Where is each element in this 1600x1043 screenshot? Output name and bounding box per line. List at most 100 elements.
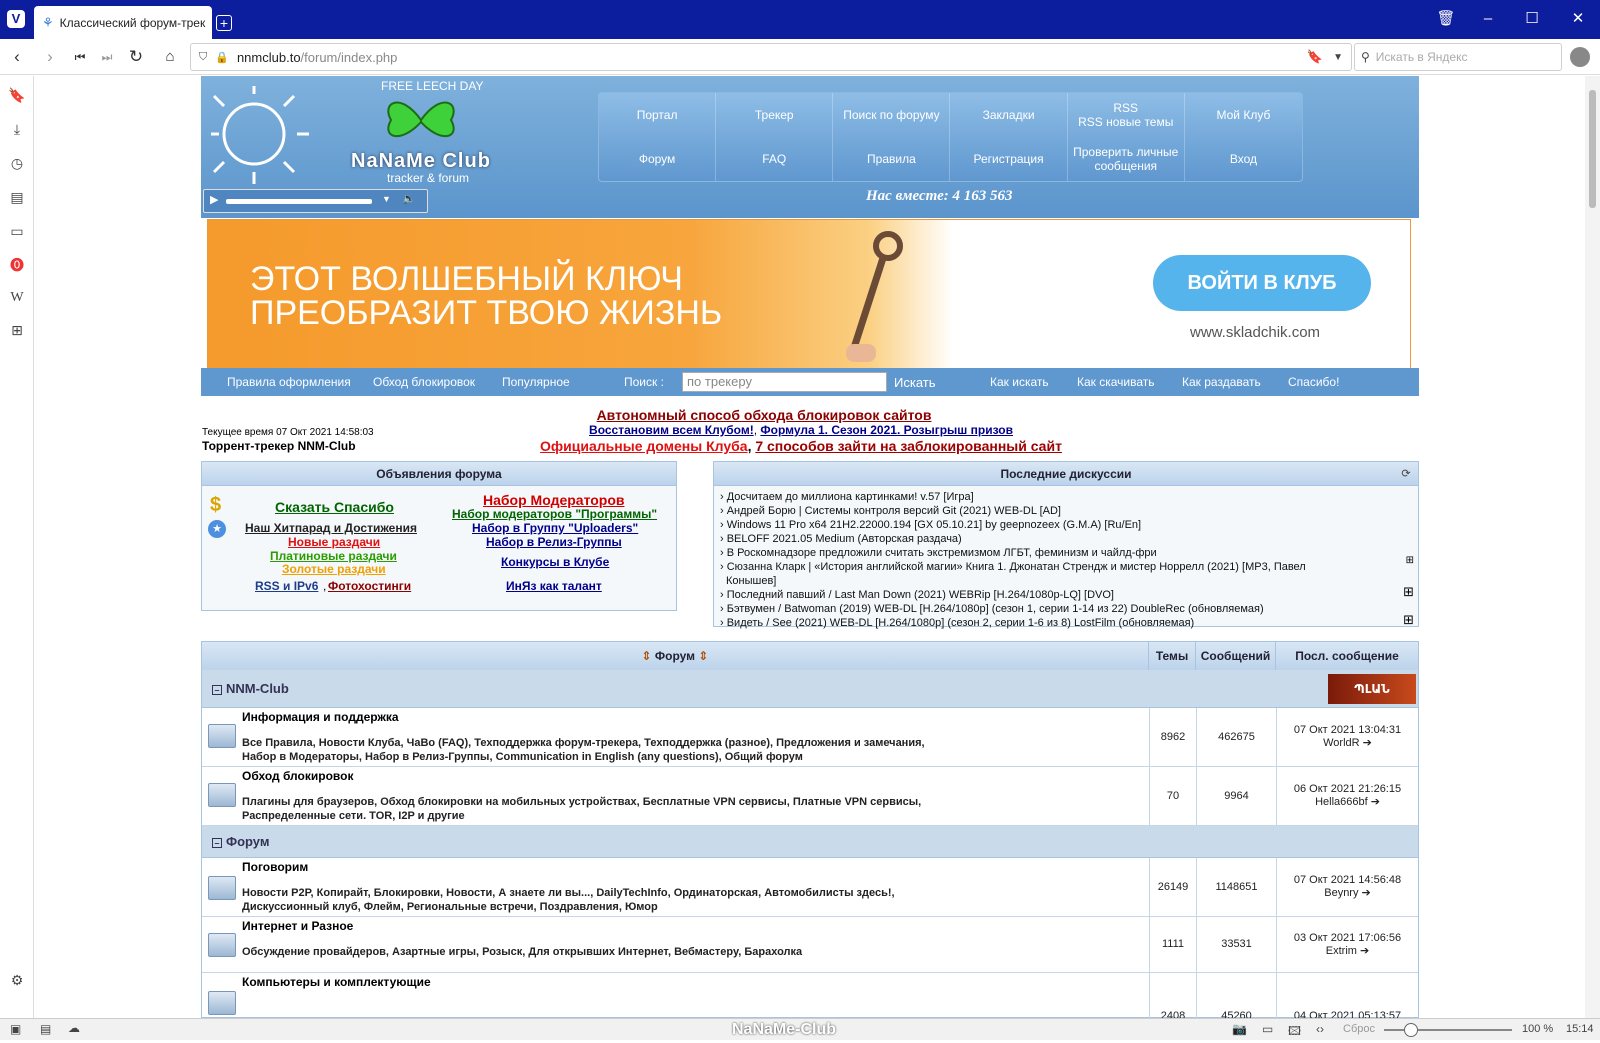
ad-banner[interactable]: ЭТОТ ВОЛШЕБНЫЙ КЛЮЧ ПРЕОБРАЗИТ ТВОЮ ЖИЗН… — [207, 219, 1411, 369]
minimize-button[interactable]: – — [1478, 10, 1498, 28]
last-post[interactable]: 07 Окт 2021 13:04:31 WorldR ➔ — [1276, 708, 1418, 766]
recent-item[interactable]: Конышев] — [726, 575, 776, 587]
minus-icon[interactable]: – — [212, 838, 222, 848]
play-icon[interactable]: ▶ — [210, 193, 218, 206]
link-how-seed[interactable]: Как раздавать — [1182, 375, 1261, 389]
last-post[interactable]: 06 Окт 2021 21:26:15 Hella666bf ➔ — [1276, 767, 1418, 825]
zoom-slider-thumb[interactable] — [1404, 1023, 1418, 1037]
home-icon[interactable]: ⌂ — [160, 47, 180, 67]
panel-toggle-icon[interactable]: ▣ — [10, 1022, 21, 1036]
link-how-search[interactable]: Как искать — [990, 375, 1049, 389]
forum-row[interactable]: Обход блокировок Плагины для браузеров, … — [202, 767, 1418, 826]
category-nnm-club[interactable]: – NNM-Club — [202, 670, 1149, 708]
tab-active[interactable]: ⚘ Классический форум-трек — [34, 6, 212, 39]
moderators-link[interactable]: Набор Модераторов — [483, 492, 625, 508]
nav-login[interactable]: Вход — [1185, 137, 1302, 181]
downloads-panel-icon[interactable]: ⤓ — [8, 120, 26, 138]
collapse-icon[interactable]: ⟳ — [1398, 466, 1414, 482]
window-icon[interactable]: ▭ — [1262, 1022, 1273, 1036]
forum-name[interactable]: Обход блокировок — [242, 769, 353, 783]
chevron-down-icon[interactable]: ▼ — [382, 194, 391, 204]
forum-row[interactable]: Компьютеры и комплектующие 2408 45260 04… — [202, 973, 1418, 1018]
notes-panel-icon[interactable]: ▤ — [8, 188, 26, 206]
forum-name[interactable]: Компьютеры и комплектующие — [242, 975, 431, 989]
forum-name[interactable]: Поговорим — [242, 860, 308, 874]
last-post[interactable]: 03 Окт 2021 17:06:56 Extrim ➔ — [1276, 917, 1418, 972]
recent-item[interactable]: › Сюзанна Кларк | «История английской ма… — [720, 561, 1306, 573]
tracker-search-input[interactable]: по трекеру — [682, 372, 887, 392]
recent-item[interactable]: › Видеть / See (2021) WEB-DL [H.264/1080… — [720, 617, 1194, 629]
recent-item[interactable]: › BELOFF 2021.05 Medium (Авторская разда… — [720, 533, 962, 545]
vivaldi-menu-icon[interactable]: V — [7, 10, 25, 28]
site-logo[interactable]: NaNaMe Club — [351, 150, 491, 173]
expand-icon[interactable]: ⊞ — [1403, 612, 1414, 628]
link-how-download[interactable]: Как скачивать — [1077, 375, 1155, 389]
uploaders-link[interactable]: Набор в Группу "Uploaders" — [472, 521, 638, 535]
minus-icon[interactable]: – — [212, 685, 222, 695]
subforums[interactable]: Обсуждение провайдеров, Азартные игры, Р… — [242, 945, 802, 959]
photo-hosting-link[interactable]: Фотохостинги — [328, 579, 411, 593]
last-post[interactable]: 07 Окт 2021 14:56:48 Beynry ➔ — [1276, 858, 1418, 916]
subforums[interactable]: Набор в Модераторы, Набор в Релиз-Группы… — [242, 750, 803, 764]
code-icon[interactable]: ‹› — [1316, 1022, 1324, 1036]
subforums[interactable]: Дискуссионный клуб, Флейм, Региональные … — [242, 900, 658, 914]
add-panel-icon[interactable]: ⊞ — [8, 321, 26, 339]
recent-item[interactable]: › Последний павший / Last Man Down (2021… — [720, 589, 1114, 601]
nav-private-messages[interactable]: Проверить личные сообщения — [1068, 137, 1185, 181]
recent-item[interactable]: › В Роскомнадзоре предложили считать экс… — [720, 547, 1157, 559]
hitparade-link[interactable]: Наш Хитпарад и Достижения — [245, 521, 417, 535]
inyaz-link[interactable]: ИнЯз как талант — [506, 579, 602, 593]
fast-forward-icon[interactable]: ⏭ — [97, 47, 117, 67]
mod-programs-link[interactable]: Набор модераторов "Программы" — [452, 507, 657, 521]
player-progress[interactable] — [226, 199, 372, 204]
close-button[interactable]: ✕ — [1568, 10, 1588, 28]
bookmark-icon[interactable]: 🔖 — [1307, 49, 1323, 65]
new-tab-button[interactable]: + — [216, 15, 232, 31]
nav-bookmarks[interactable]: Закладки — [950, 93, 1068, 137]
recent-item[interactable]: › Андрей Борю | Системы контроля версий … — [720, 505, 1061, 517]
forum-row[interactable]: Информация и поддержка Все Правила, Ново… — [202, 708, 1418, 767]
ticker-domains[interactable]: Официальные домены Клуба — [540, 438, 748, 454]
forum-row[interactable]: Интернет и Разное Обсуждение провайдеров… — [202, 917, 1418, 973]
ticker-restore[interactable]: Восстановим всем Клубом! — [589, 423, 754, 437]
zoom-reset[interactable]: Сброс — [1343, 1023, 1375, 1035]
nav-forum[interactable]: Форум — [599, 137, 717, 181]
planet-logo[interactable]: ՊԼԱՆ — [1328, 674, 1416, 704]
scrollbar[interactable] — [1585, 76, 1600, 1018]
cloud-icon[interactable]: ☁ — [68, 1021, 80, 1035]
settings-icon[interactable]: ⚙ — [8, 971, 26, 989]
rewind-icon[interactable]: ⏮ — [70, 47, 90, 67]
link-bypass[interactable]: Обход блокировок — [373, 375, 475, 389]
forum-row[interactable]: Поговорим Новости P2P, Копирайт, Блокиро… — [202, 858, 1418, 917]
subforums[interactable]: Распределенные сети. TOR, I2P и другие — [242, 809, 465, 823]
audio-player[interactable]: ▶ ▼ 🔈 — [203, 189, 428, 213]
new-releases-link[interactable]: Новые раздачи — [288, 535, 380, 549]
back-icon[interactable]: ‹ — [7, 47, 27, 67]
nav-rules[interactable]: Правила — [833, 137, 951, 181]
subforums[interactable]: Новости P2P, Копирайт, Блокировки, Новос… — [242, 886, 895, 900]
forward-icon[interactable]: › — [40, 47, 60, 67]
nav-my-club[interactable]: Мой Клуб — [1185, 93, 1302, 137]
say-thanks-link[interactable]: Сказать Спасибо — [275, 499, 394, 515]
recent-item[interactable]: › Бэтвумен / Batwoman (2019) WEB-DL [H.2… — [720, 603, 1264, 615]
nav-tracker[interactable]: Трекер — [716, 93, 834, 137]
gold-link[interactable]: Золотые раздачи — [282, 562, 386, 576]
subforums[interactable]: Все Правила, Новости Клуба, ЧаВо (FAQ), … — [242, 736, 925, 750]
rss-ipv6-link[interactable]: RSS и IPv6 — [255, 579, 318, 593]
forum-name[interactable]: Информация и поддержка — [242, 710, 399, 724]
link-popular[interactable]: Популярное — [502, 375, 570, 389]
forum-name[interactable]: Интернет и Разное — [242, 919, 353, 933]
nav-faq[interactable]: FAQ — [716, 137, 834, 181]
expand-icon[interactable]: ⊞ — [1403, 584, 1414, 600]
subforums[interactable]: Плагины для браузеров, Обход блокировки … — [242, 795, 921, 809]
release-groups-link[interactable]: Набор в Релиз-Группы — [486, 535, 622, 549]
nav-register[interactable]: Регистрация — [950, 137, 1068, 181]
trash-icon[interactable]: 🗑 — [1436, 10, 1456, 28]
reload-icon[interactable]: ↻ — [126, 47, 146, 67]
nav-forum-search[interactable]: Поиск по форуму — [833, 93, 951, 137]
link-rules[interactable]: Правила оформления — [227, 375, 351, 389]
vivaldi-icon[interactable]: ⓿ — [8, 256, 26, 274]
contests-link[interactable]: Конкурсы в Клубе — [501, 555, 609, 569]
chevron-down-icon[interactable]: ▼ — [1333, 52, 1343, 63]
banner-enter-club-button[interactable]: ВОЙТИ В КЛУБ — [1153, 255, 1371, 311]
